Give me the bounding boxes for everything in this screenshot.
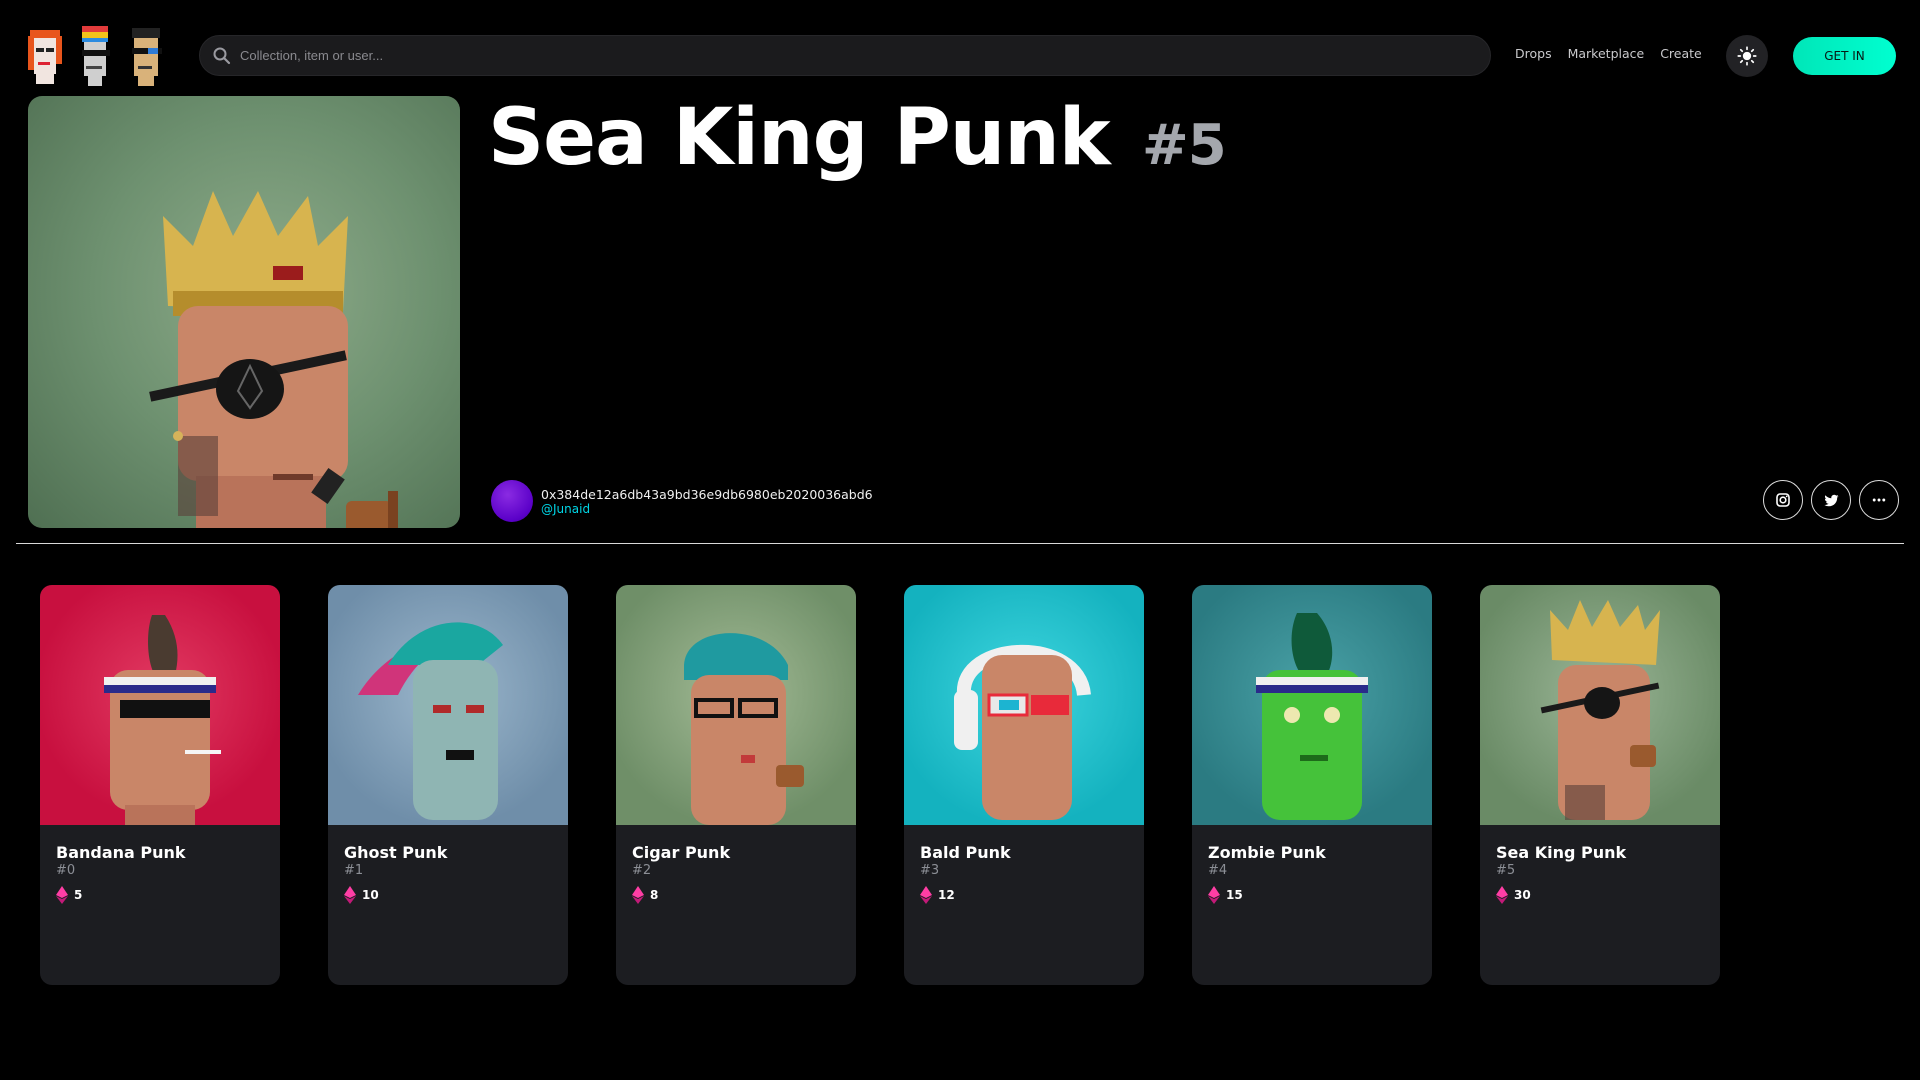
eth-icon [1496, 886, 1508, 904]
nav-marketplace[interactable]: Marketplace [1568, 46, 1645, 61]
nft-card-price: 30 [1496, 886, 1704, 904]
nft-card-title: Ghost Punk [344, 843, 448, 862]
instagram-button[interactable] [1763, 480, 1803, 520]
nft-name: Sea King Punk [488, 93, 1111, 183]
nft-number: #5 [1141, 113, 1227, 178]
owner-info[interactable]: 0x384de12a6db43a9bd36e9db6980eb2020036ab… [491, 480, 873, 522]
nft-card-price-value: 8 [650, 888, 659, 902]
nav-drops[interactable]: Drops [1515, 46, 1552, 61]
nft-card-image [328, 585, 568, 825]
eth-icon [632, 886, 644, 904]
nft-title: Sea King Punk #5 [488, 93, 1227, 183]
nft-card-price-value: 5 [74, 888, 83, 902]
nft-card-number: #3 [920, 863, 940, 878]
nft-card-title: Bald Punk [920, 843, 1011, 862]
nft-card-price-value: 15 [1226, 888, 1243, 902]
twitter-icon [1823, 494, 1839, 506]
nft-card-price: 12 [920, 886, 1128, 904]
nft-card-title: Zombie Punk [1208, 843, 1326, 862]
theme-toggle-button[interactable] [1726, 35, 1768, 77]
instagram-icon [1776, 493, 1790, 507]
eth-icon [56, 886, 68, 904]
nft-card-number: #2 [632, 863, 652, 878]
nft-card-price: 8 [632, 886, 840, 904]
twitter-button[interactable] [1811, 480, 1851, 520]
nft-card-image [616, 585, 856, 825]
nft-card[interactable]: Sea King Punk #5 30 [1480, 585, 1720, 985]
nft-card-price-value: 12 [938, 888, 955, 902]
nft-card-number: #5 [1496, 863, 1516, 878]
nft-card-price: 5 [56, 886, 264, 904]
nft-card-image [1480, 585, 1720, 825]
eth-icon [344, 886, 356, 904]
nft-card[interactable]: Bandana Punk #0 5 [40, 585, 280, 985]
more-options-button[interactable] [1859, 480, 1899, 520]
site-logo[interactable] [24, 24, 184, 88]
main-nav: Drops Marketplace Create [1515, 46, 1702, 61]
punk-faces-logo-icon [28, 26, 162, 86]
owner-address: 0x384de12a6db43a9bd36e9db6980eb2020036ab… [541, 486, 873, 502]
nft-card-price-value: 10 [362, 888, 379, 902]
search-icon [213, 47, 231, 64]
eth-icon [1208, 886, 1220, 904]
nft-card-title: Bandana Punk [56, 843, 186, 862]
more-icon [1872, 498, 1886, 502]
owner-handle[interactable]: @Junaid [541, 502, 873, 516]
nft-card-price: 15 [1208, 886, 1416, 904]
search-bar[interactable] [199, 35, 1491, 76]
nft-card-grid: Bandana Punk #0 5 Ghost Punk #1 10 Cigar… [40, 585, 1720, 985]
nft-card[interactable]: Cigar Punk #2 8 [616, 585, 856, 985]
search-input[interactable] [240, 48, 1440, 63]
sea-king-punk-artwork [149, 191, 398, 528]
social-links [1763, 480, 1899, 520]
nft-card[interactable]: Zombie Punk #4 15 [1192, 585, 1432, 985]
nft-card-number: #1 [344, 863, 364, 878]
nft-card-title: Cigar Punk [632, 843, 731, 862]
sun-icon [1737, 46, 1757, 66]
nft-card-number: #0 [56, 863, 76, 878]
nft-card[interactable]: Ghost Punk #1 10 [328, 585, 568, 985]
nav-create[interactable]: Create [1660, 46, 1702, 61]
eth-icon [920, 886, 932, 904]
nft-card-image [1192, 585, 1432, 825]
section-divider [16, 543, 1904, 544]
nft-card-number: #4 [1208, 863, 1228, 878]
nft-card-price: 10 [344, 886, 552, 904]
nft-card-price-value: 30 [1514, 888, 1531, 902]
nft-card[interactable]: Bald Punk #3 12 [904, 585, 1144, 985]
hero-nft-image [28, 96, 460, 528]
nft-card-image [904, 585, 1144, 825]
nft-card-image [40, 585, 280, 825]
get-in-button[interactable]: GET IN [1793, 37, 1896, 75]
nft-card-title: Sea King Punk [1496, 843, 1627, 862]
owner-avatar[interactable] [491, 480, 533, 522]
